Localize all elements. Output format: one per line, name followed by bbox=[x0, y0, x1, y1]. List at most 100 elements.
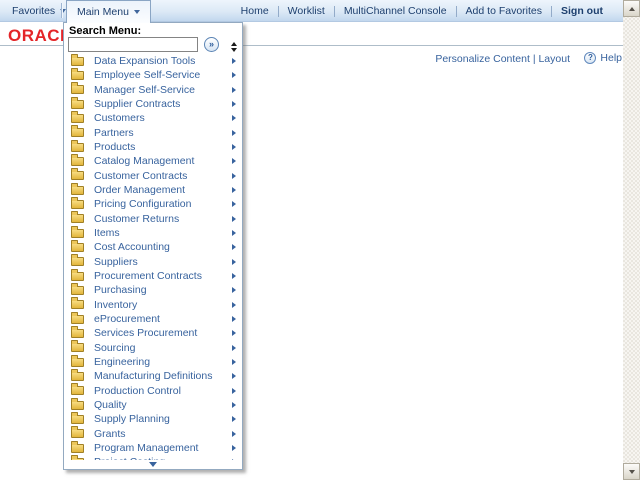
menu-item-label: eProcurement bbox=[94, 313, 160, 326]
submenu-arrow-icon bbox=[232, 301, 236, 308]
menu-item[interactable]: eProcurement bbox=[64, 311, 242, 326]
scroll-down-indicator[interactable] bbox=[64, 460, 242, 469]
menu-item-label: Purchasing bbox=[94, 284, 147, 297]
tab-main-menu[interactable]: Main Menu bbox=[66, 0, 151, 23]
link-home[interactable]: Home bbox=[241, 5, 269, 17]
menu-item-label: Data Expansion Tools bbox=[94, 55, 196, 68]
folder-icon bbox=[71, 139, 84, 152]
menu-item-label: Items bbox=[94, 227, 120, 240]
menu-item[interactable]: Services Procurement bbox=[64, 325, 242, 340]
submenu-arrow-icon bbox=[232, 72, 236, 79]
search-input[interactable] bbox=[68, 37, 198, 52]
tab-favorites[interactable]: Favorites bbox=[4, 3, 74, 19]
tab-main-menu-label: Main Menu bbox=[77, 6, 129, 18]
folder-icon bbox=[71, 239, 84, 252]
link-worklist[interactable]: Worklist bbox=[288, 5, 325, 17]
submenu-arrow-icon bbox=[232, 330, 236, 337]
link-separator bbox=[455, 5, 457, 17]
menu-item-label: Pricing Configuration bbox=[94, 198, 192, 211]
menu-item[interactable]: Data Expansion Tools bbox=[64, 53, 242, 68]
menu-item[interactable]: Program Management bbox=[64, 440, 242, 455]
menu-item[interactable]: Products bbox=[64, 139, 242, 154]
menu-item[interactable]: Grants bbox=[64, 426, 242, 441]
folder-icon bbox=[71, 196, 84, 209]
menu-item[interactable]: Customer Contracts bbox=[64, 168, 242, 183]
folder-icon bbox=[71, 225, 84, 238]
menu-item[interactable]: Items bbox=[64, 225, 242, 240]
menu-item[interactable]: Employee Self-Service bbox=[64, 67, 242, 82]
menu-item-label: Quality bbox=[94, 399, 127, 412]
link-sign-out[interactable]: Sign out bbox=[561, 5, 603, 17]
menu-item[interactable]: Customer Returns bbox=[64, 211, 242, 226]
menu-item[interactable]: Procurement Contracts bbox=[64, 268, 242, 283]
folder-icon bbox=[71, 153, 84, 166]
menu-item[interactable]: Supply Planning bbox=[64, 411, 242, 426]
header-links: Home Worklist MultiChannel Console Add t… bbox=[241, 0, 603, 22]
submenu-arrow-icon bbox=[232, 129, 236, 136]
top-navigation-bar: Favorites Main Menu Home Worklist MultiC… bbox=[0, 0, 623, 23]
menu-item[interactable]: Customers bbox=[64, 110, 242, 125]
menu-item[interactable]: Manager Self-Service bbox=[64, 82, 242, 97]
submenu-arrow-icon bbox=[232, 215, 236, 222]
submenu-arrow-icon bbox=[232, 244, 236, 251]
menu-item[interactable]: Purchasing bbox=[64, 282, 242, 297]
folder-icon bbox=[71, 96, 84, 109]
folder-icon bbox=[71, 354, 84, 367]
scroll-down-button[interactable] bbox=[623, 463, 640, 480]
menu-item-label: Manager Self-Service bbox=[94, 83, 195, 96]
menu-item-label: Procurement Contracts bbox=[94, 270, 202, 283]
submenu-arrow-icon bbox=[232, 201, 236, 208]
folder-icon bbox=[71, 254, 84, 267]
search-row: » bbox=[68, 37, 219, 52]
menu-item-label: Production Control bbox=[94, 384, 181, 397]
submenu-arrow-icon bbox=[232, 373, 236, 380]
menu-item[interactable]: Partners bbox=[64, 125, 242, 140]
link-separator bbox=[333, 5, 335, 17]
personalize-content-layout-link[interactable]: Personalize Content | Layout bbox=[435, 53, 570, 65]
submenu-arrow-icon bbox=[232, 144, 236, 151]
scroll-updown-icon[interactable] bbox=[231, 42, 237, 52]
folder-icon bbox=[71, 325, 84, 338]
link-multichannel-console[interactable]: MultiChannel Console bbox=[344, 5, 447, 17]
menu-item[interactable]: Inventory bbox=[64, 297, 242, 312]
folder-icon bbox=[71, 82, 84, 95]
folder-icon bbox=[71, 268, 84, 281]
menu-item[interactable]: Engineering bbox=[64, 354, 242, 369]
menu-item-label: Customer Contracts bbox=[94, 169, 188, 182]
menu-item[interactable]: Catalog Management bbox=[64, 153, 242, 168]
menu-item-label: Sourcing bbox=[94, 341, 136, 354]
menu-item[interactable]: Quality bbox=[64, 397, 242, 412]
submenu-arrow-icon bbox=[232, 258, 236, 265]
submenu-arrow-icon bbox=[232, 445, 236, 452]
folder-icon bbox=[71, 53, 84, 66]
help-link-label: Help bbox=[600, 52, 622, 64]
menu-item[interactable]: Manufacturing Definitions bbox=[64, 368, 242, 383]
menu-item-label: Suppliers bbox=[94, 255, 138, 268]
menu-item[interactable]: Production Control bbox=[64, 383, 242, 398]
folder-icon bbox=[71, 211, 84, 224]
menu-item[interactable]: Cost Accounting bbox=[64, 239, 242, 254]
submenu-arrow-icon bbox=[232, 230, 236, 237]
menu-item[interactable]: Pricing Configuration bbox=[64, 196, 242, 211]
folder-icon bbox=[71, 182, 84, 195]
vertical-scrollbar[interactable] bbox=[623, 0, 640, 480]
submenu-arrow-icon bbox=[232, 416, 236, 423]
menu-item[interactable]: Sourcing bbox=[64, 340, 242, 355]
menu-item-label: Supply Planning bbox=[94, 413, 170, 426]
help-link[interactable]: ? Help bbox=[584, 52, 622, 64]
folder-icon bbox=[71, 426, 84, 439]
folder-icon bbox=[71, 67, 84, 80]
link-add-to-favorites[interactable]: Add to Favorites bbox=[466, 5, 542, 17]
menu-item[interactable]: Suppliers bbox=[64, 254, 242, 269]
menu-item[interactable]: Supplier Contracts bbox=[64, 96, 242, 111]
search-go-button[interactable]: » bbox=[204, 37, 219, 52]
folder-icon bbox=[71, 168, 84, 181]
folder-icon bbox=[71, 110, 84, 123]
menu-item-label: Catalog Management bbox=[94, 155, 195, 168]
scroll-up-button[interactable] bbox=[623, 0, 640, 17]
submenu-arrow-icon bbox=[232, 172, 236, 179]
submenu-arrow-icon bbox=[232, 101, 236, 108]
menu-list: Data Expansion Tools Employee Self-Servi… bbox=[64, 53, 242, 469]
menu-item[interactable]: Order Management bbox=[64, 182, 242, 197]
submenu-arrow-icon bbox=[232, 58, 236, 65]
